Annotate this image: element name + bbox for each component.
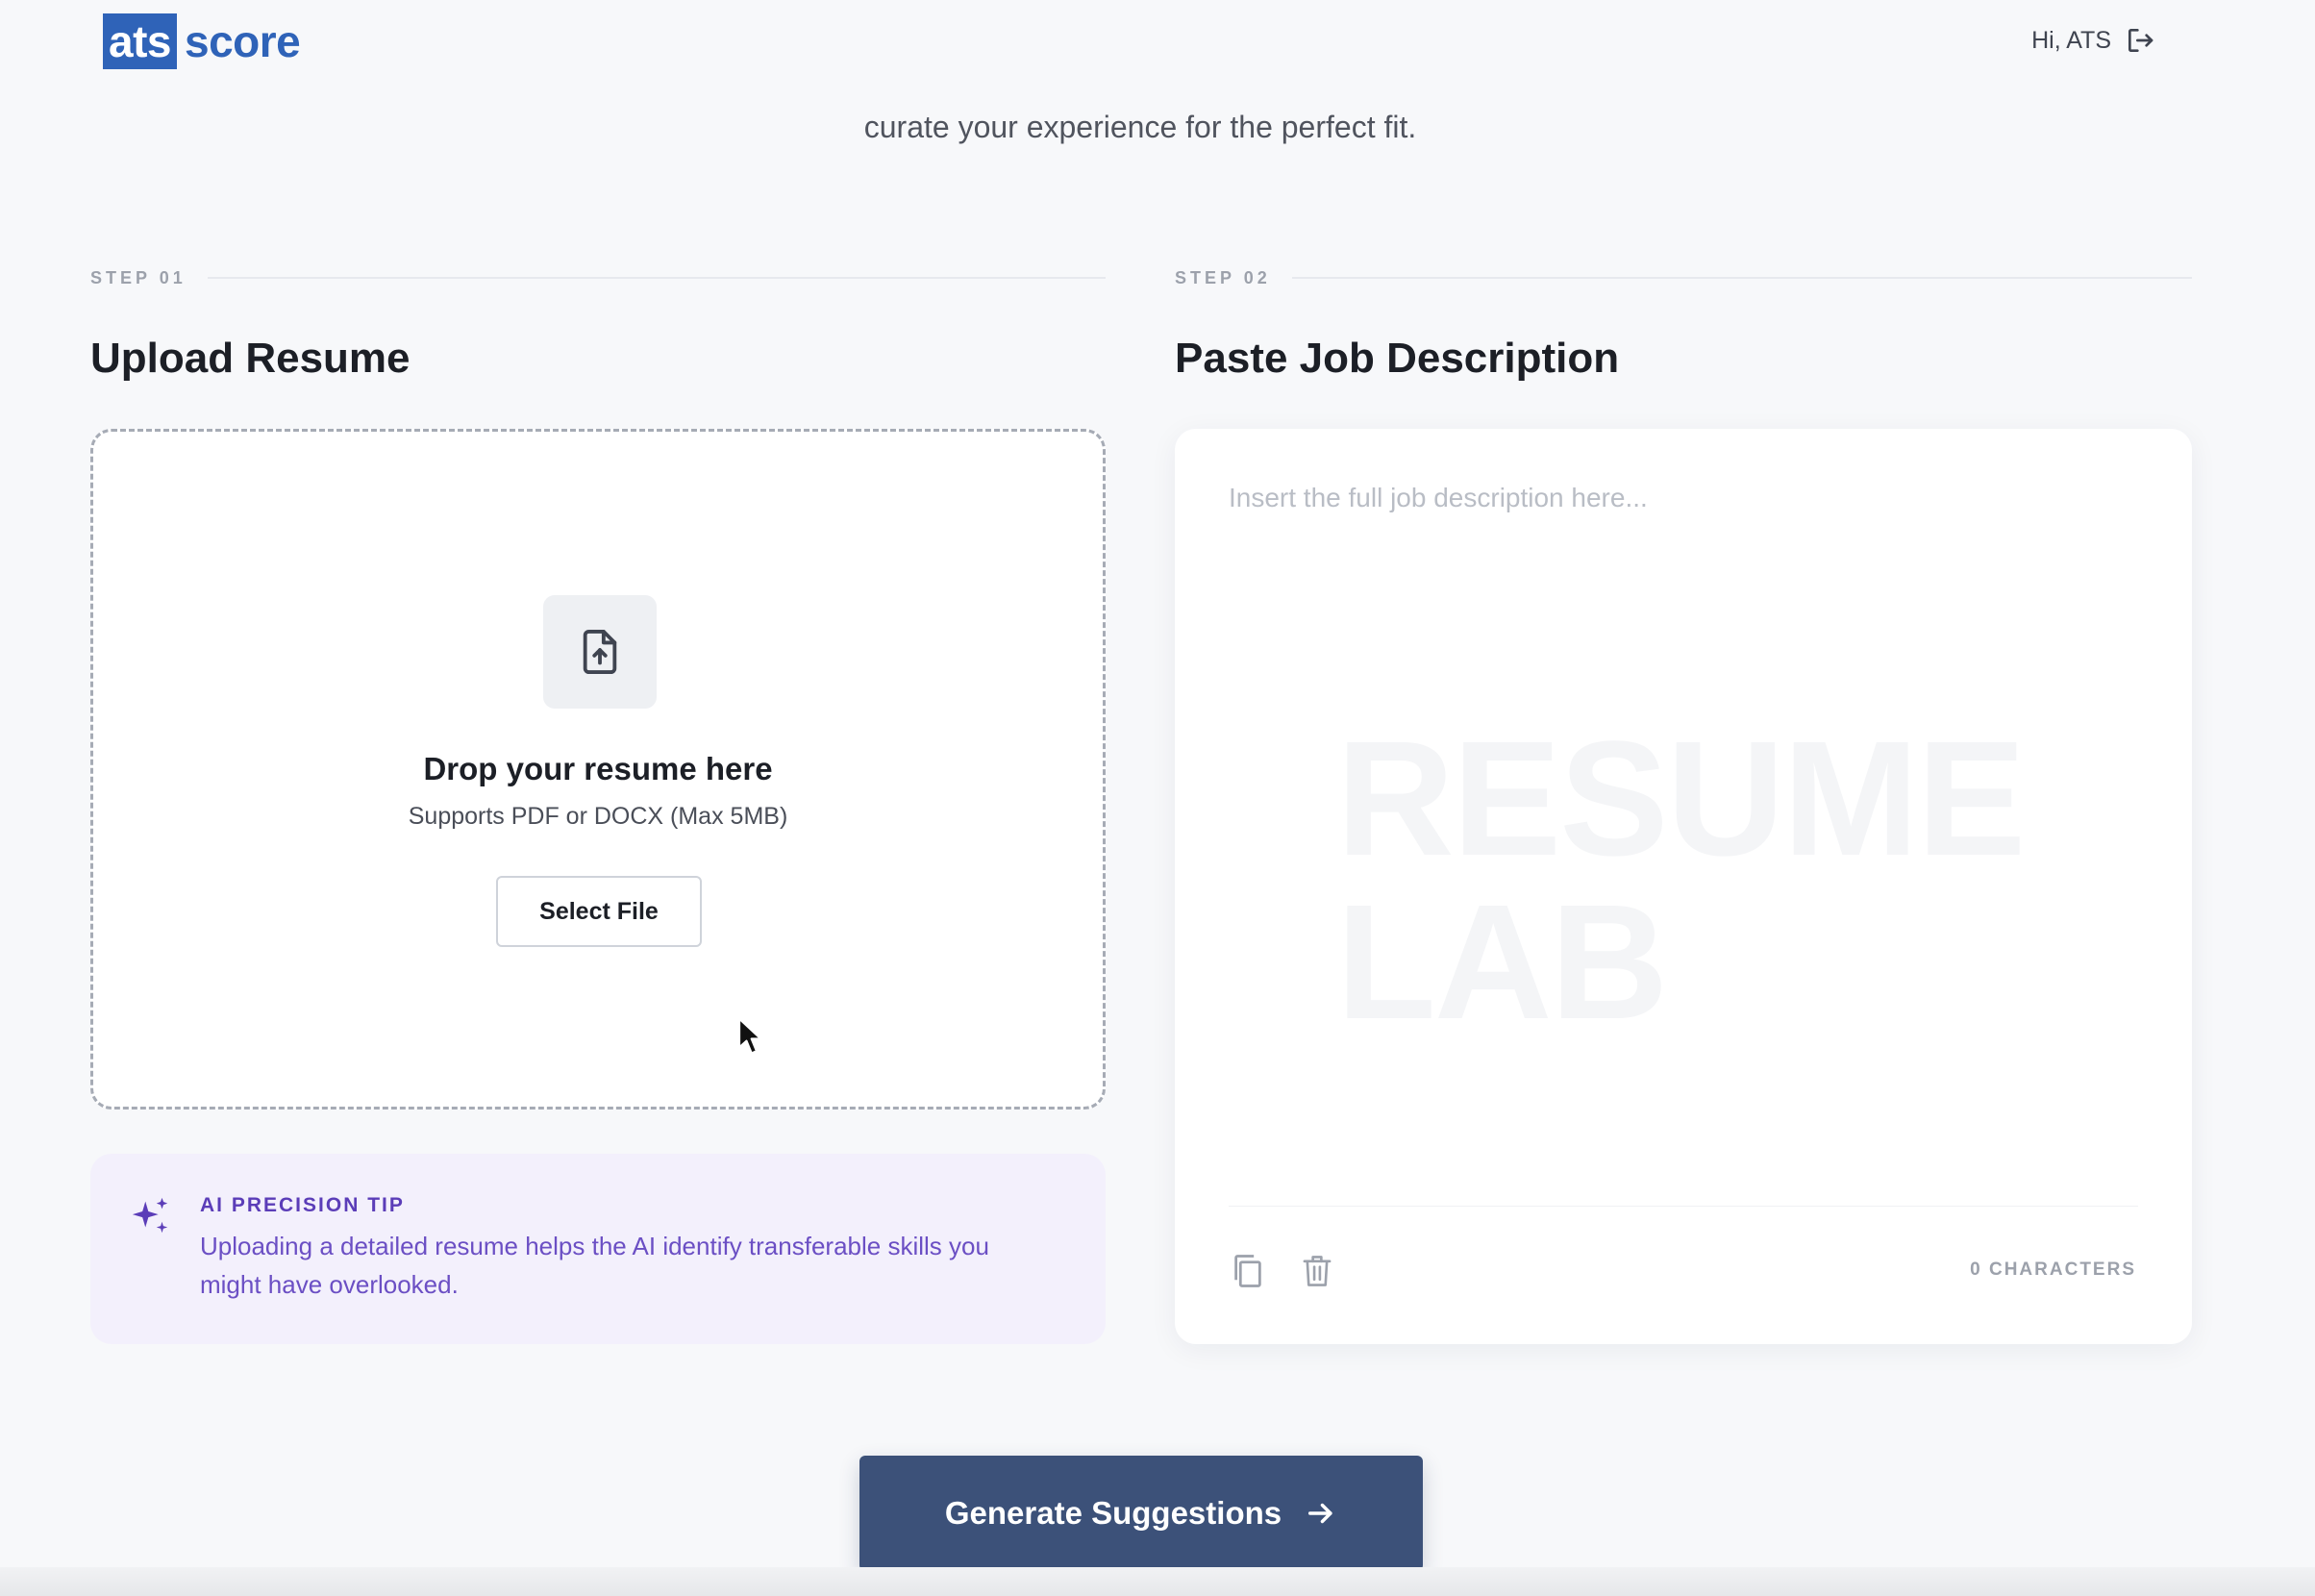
- card-divider: [1229, 1206, 2138, 1207]
- tip-text: Uploading a detailed resume helps the AI…: [200, 1232, 989, 1299]
- user-area: Hi, ATS: [2031, 21, 2155, 60]
- step-01-label: STEP 01: [90, 267, 1106, 288]
- job-description-input[interactable]: [1229, 479, 2138, 1152]
- character-count: 0 CHARACTERS: [1970, 1259, 2136, 1280]
- file-upload-icon-box: [543, 595, 657, 709]
- logo-score: score: [184, 16, 301, 66]
- dropzone-subtitle: Supports PDF or DOCX (Max 5MB): [408, 803, 788, 830]
- page-subtitle: curate your experience for the perfect f…: [863, 110, 1417, 144]
- resume-dropzone[interactable]: Drop your resume here Supports PDF or DO…: [90, 429, 1106, 1110]
- trash-icon: [1303, 1256, 1332, 1286]
- select-file-button[interactable]: Select File: [496, 876, 702, 947]
- arrow-right-icon: [1308, 1503, 1332, 1524]
- copy-icon: [1234, 1255, 1261, 1287]
- file-upload-icon: [583, 630, 617, 674]
- generate-suggestions-button[interactable]: Generate Suggestions: [859, 1456, 1423, 1571]
- job-description-title: Paste Job Description: [1175, 335, 1620, 382]
- user-greeting: Hi, ATS: [2031, 26, 2111, 54]
- tip-title: AI PRECISION TIP: [200, 1194, 405, 1216]
- sparkles-icon: [132, 1197, 168, 1234]
- generate-suggestions-label: Generate Suggestions: [944, 1495, 1282, 1531]
- dropzone-title: Drop your resume here: [423, 751, 773, 786]
- step-01-text: STEP 01: [90, 267, 187, 287]
- logout-icon[interactable]: [2125, 25, 2155, 56]
- copy-button[interactable]: [1229, 1250, 1267, 1292]
- step-02-text: STEP 02: [1175, 267, 1271, 287]
- step-01-divider: [207, 277, 1106, 279]
- clear-button[interactable]: [1298, 1250, 1336, 1292]
- step-02-divider: [1291, 277, 2192, 279]
- step-02-label: STEP 02: [1175, 267, 2192, 288]
- mouse-cursor-icon: [737, 1017, 762, 1055]
- bottom-shadow: [0, 1567, 2315, 1596]
- logo-ats: ats: [103, 13, 177, 69]
- logo[interactable]: ats score: [103, 13, 301, 69]
- ai-precision-tip: AI PRECISION TIP Uploading a detailed re…: [90, 1154, 1106, 1344]
- job-description-card: RESUME LAB 0 CHARACTERS: [1175, 429, 2192, 1344]
- upload-resume-title: Upload Resume: [90, 335, 411, 382]
